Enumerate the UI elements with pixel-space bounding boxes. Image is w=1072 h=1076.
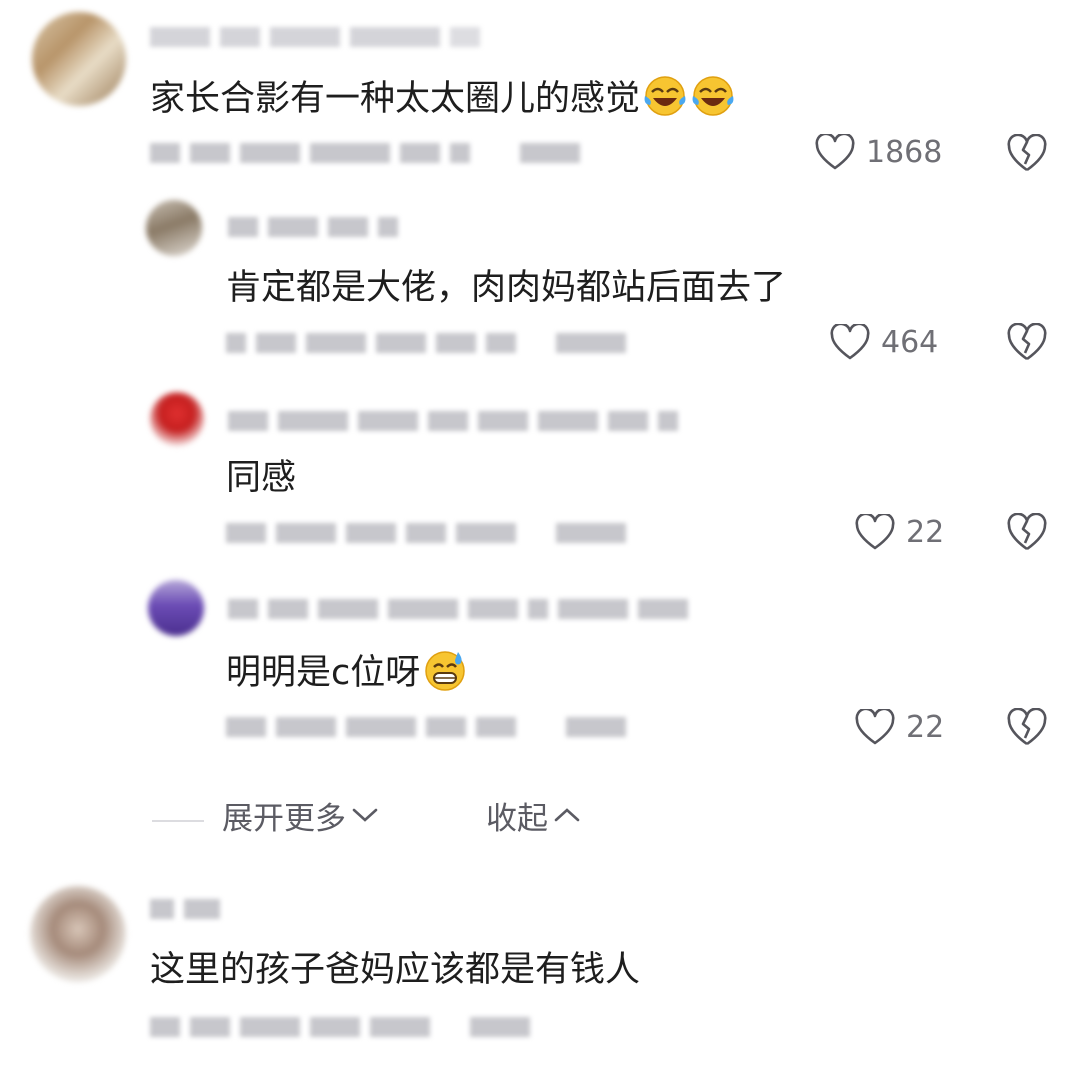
avatar[interactable]	[32, 12, 126, 106]
comment-meta	[226, 332, 626, 354]
avatar[interactable]	[146, 200, 202, 256]
comment-text-content: 明明是c位呀	[226, 653, 421, 693]
comment-meta	[226, 522, 626, 544]
collapse-button[interactable]: 收起	[486, 800, 582, 838]
comment-text: 明明是c位呀	[226, 648, 468, 695]
like-count: 464	[881, 325, 939, 360]
divider-line	[152, 820, 204, 822]
comment-meta	[150, 1016, 530, 1038]
username[interactable]	[228, 216, 398, 238]
avatar[interactable]	[150, 392, 204, 446]
comment-meta	[226, 716, 626, 738]
broken-heart-icon[interactable]	[1006, 134, 1048, 174]
broken-heart-icon[interactable]	[1006, 323, 1048, 363]
expand-more-button[interactable]: 展开更多	[222, 800, 380, 838]
grin-sweat-emoji	[425, 651, 465, 691]
username[interactable]	[150, 26, 480, 48]
comment-text-content: 家长合影有一种太太圈儿的感觉	[150, 79, 641, 119]
username[interactable]	[228, 410, 678, 432]
chevron-up-icon	[554, 808, 580, 822]
username[interactable]	[228, 598, 688, 620]
avatar[interactable]	[148, 580, 204, 636]
username[interactable]	[150, 898, 220, 920]
heart-outline-icon[interactable]	[830, 324, 870, 362]
heart-outline-icon[interactable]	[815, 134, 855, 172]
collapse-label: 收起	[486, 801, 548, 837]
comment-text: 这里的孩子爸妈应该都是有钱人	[150, 950, 641, 990]
broken-heart-icon[interactable]	[1006, 708, 1048, 748]
like-count: 22	[906, 710, 945, 745]
avatar[interactable]	[30, 886, 126, 982]
comment-meta	[150, 142, 580, 164]
laughing-tears-emoji	[692, 76, 734, 116]
comment-text: 肯定都是大佬，肉肉妈都站后面去了	[226, 268, 787, 308]
like-count: 1868	[866, 135, 943, 170]
laughing-tears-emoji	[644, 76, 686, 116]
heart-outline-icon[interactable]	[855, 514, 895, 552]
like-count: 22	[906, 515, 945, 550]
comment-text: 同感	[226, 458, 297, 498]
broken-heart-icon[interactable]	[1006, 513, 1048, 553]
comment-text: 家长合影有一种太太圈儿的感觉	[150, 74, 736, 121]
expand-more-label: 展开更多	[222, 801, 346, 837]
chevron-down-icon	[352, 808, 378, 822]
heart-outline-icon[interactable]	[855, 709, 895, 747]
